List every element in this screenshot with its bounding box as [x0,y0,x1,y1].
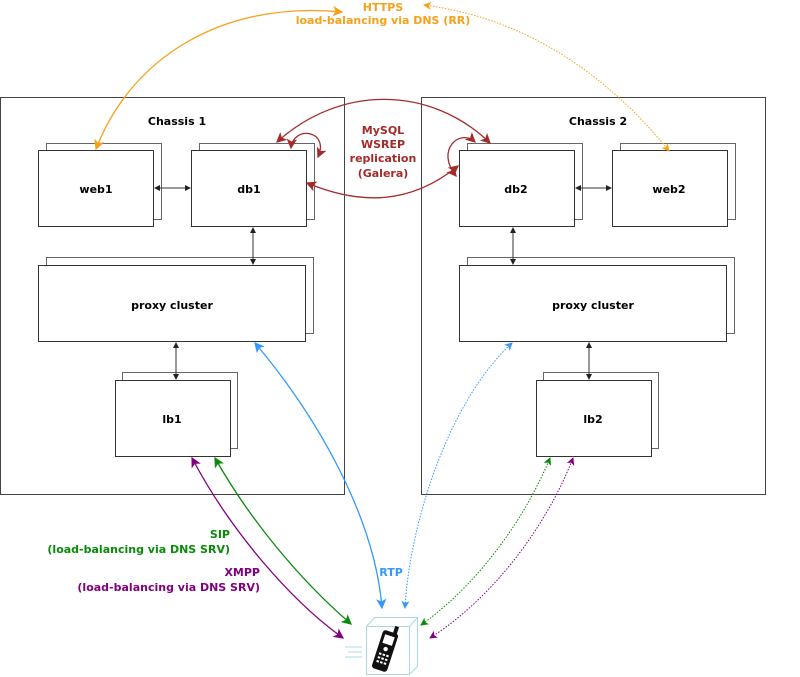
proxy-cluster-1-label: proxy cluster [131,299,213,312]
xmpp-subtitle: (load-balancing via DNS SRV) [77,581,260,594]
db2-node[interactable]: db2 [459,143,583,227]
mysql-label-line4: (Galera) [358,167,409,180]
https-title: HTTPS [363,1,404,14]
web1-label: web1 [79,183,112,196]
sip-title: SIP [210,528,230,541]
proxy-cluster-2-label: proxy cluster [552,299,634,312]
web1-node[interactable]: web1 [38,143,162,227]
mysql-label: MySQL WSREP replication (Galera) [350,124,417,180]
mysql-label-line3: replication [350,152,417,165]
sip-subtitle: (load-balancing via DNS SRV) [47,543,230,556]
rtp-arc-chassis1 [254,342,387,610]
lb2-node[interactable]: lb2 [536,372,659,457]
mysql-label-line1: MySQL [362,124,404,137]
sip-arc-lb1 [214,456,352,625]
db1-node[interactable]: db1 [191,143,315,227]
chassis-1-title: Chassis 1 [148,115,206,128]
chassis-2-title: Chassis 2 [569,115,627,128]
https-subtitle: load-balancing via DNS (RR) [296,14,471,27]
chassis-1: Chassis 1 web1 db1 proxy cluster lb1 [0,97,345,495]
mobile-phone-icon[interactable] [345,617,419,675]
lb1-label: lb1 [162,413,181,426]
https-arc-web1 [94,5,344,151]
proxy-cluster-2-node[interactable]: proxy cluster [459,257,735,342]
mysql-label-line2: WSREP [361,138,405,151]
db2-label: db2 [504,183,527,196]
web2-label: web2 [652,183,685,196]
db1-label: db1 [237,183,260,196]
chassis-2: Chassis 2 db2 web2 proxy cluster lb2 [421,97,766,495]
web2-node[interactable]: web2 [612,143,736,227]
proxy-cluster-1-node[interactable]: proxy cluster [38,257,314,342]
sip-arc-lb2 [420,457,551,626]
rtp-label: RTP [379,566,403,579]
xmpp-title: XMPP [224,566,260,579]
lb2-label: lb2 [583,413,602,426]
xmpp-arc-lb2 [429,457,575,639]
lb1-node[interactable]: lb1 [115,372,238,457]
architecture-diagram: Chassis 1 web1 db1 proxy cluster lb1 Cha… [0,1,766,675]
